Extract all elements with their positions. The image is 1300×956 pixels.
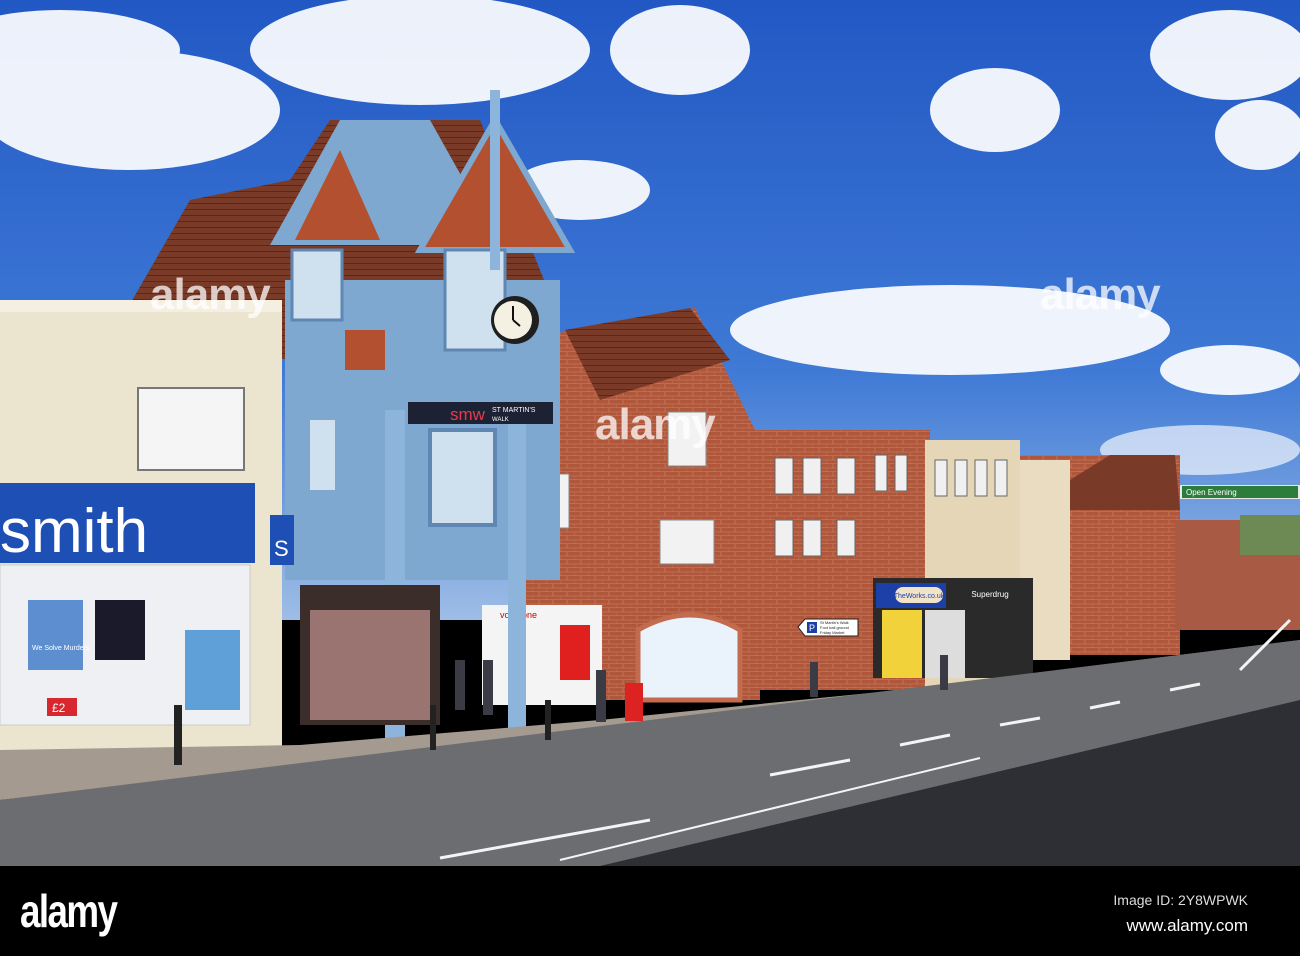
whsmith-badge: S (274, 536, 289, 561)
smith-sign: smith (0, 497, 148, 566)
watermark: alamy (1040, 270, 1161, 319)
watermark: alamy (595, 400, 716, 449)
image-id: Image ID: 2Y8WPWK (1113, 892, 1248, 908)
alamy-logo: alamy (20, 885, 118, 937)
clock-tower-building: smw ST MARTIN'S WALK (270, 90, 576, 750)
poster-text: We Solve Murders (32, 645, 90, 652)
parking-symbol: P (809, 623, 815, 633)
watermark: alamy (150, 270, 271, 319)
st-martins-sign: ST MARTIN'S (492, 407, 536, 414)
banner-sign: Open Evening (1186, 488, 1237, 497)
smw-logo: smw (450, 405, 486, 424)
price-sign: £2 (52, 701, 66, 715)
footer-bar: alamy Image ID: 2Y8WPWK www.alamy.com (0, 866, 1300, 956)
direction-sign-line3: Friday Market (820, 630, 845, 635)
site-url: www.alamy.com (1126, 916, 1248, 935)
superdrug-sign: Superdrug (971, 590, 1008, 599)
walk-sign: WALK (492, 417, 509, 423)
the-works-sign: TheWorks.co.uk (894, 593, 945, 600)
